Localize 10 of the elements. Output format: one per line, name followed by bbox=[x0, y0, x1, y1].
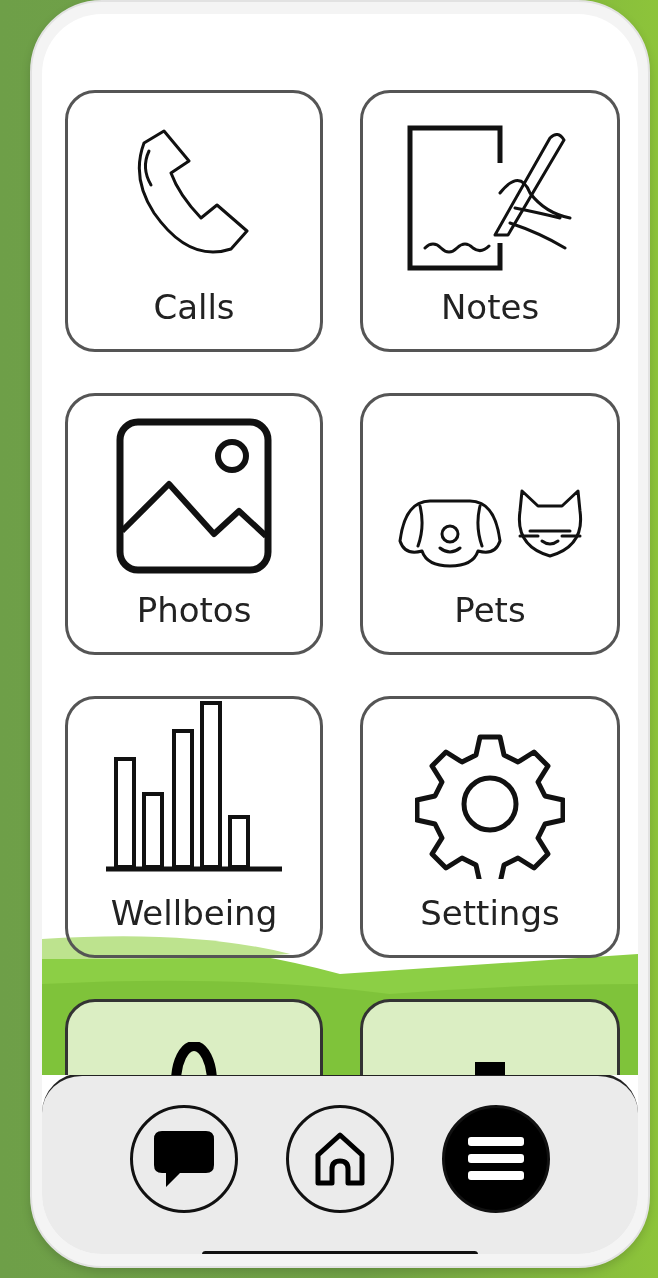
app-tile[interactable]: Settings bbox=[360, 696, 620, 958]
app-tile[interactable]: Pets bbox=[360, 393, 620, 655]
nav-button[interactable] bbox=[286, 1105, 394, 1213]
menu-icon bbox=[468, 1137, 524, 1181]
app-tile[interactable]: Photos bbox=[65, 393, 323, 655]
app-tile[interactable]: Calls bbox=[65, 90, 323, 352]
app-tile[interactable]: Notes bbox=[360, 90, 620, 352]
nav-button[interactable] bbox=[130, 1105, 238, 1213]
picture-frame-icon bbox=[114, 416, 274, 576]
app-tile[interactable]: Wellbeing bbox=[65, 696, 323, 958]
